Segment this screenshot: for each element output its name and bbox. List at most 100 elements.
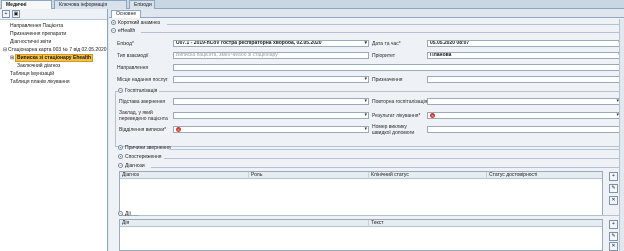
priority-label: Пріоритет	[372, 53, 395, 59]
diagnoses-table: Діагноз Роль Клінічний статус Статус дос…	[119, 171, 603, 216]
section-actions[interactable]: − Дії	[118, 211, 131, 218]
column-header[interactable]: Клінічний статус	[368, 172, 409, 179]
divider	[151, 167, 623, 168]
treatment-result-label: Результат лікування*	[372, 113, 421, 119]
collapse-icon: −	[118, 88, 123, 94]
column-header-label: Роль	[251, 172, 263, 178]
tree-item-referral[interactable]: Направлення Пацієнта	[10, 23, 63, 30]
tree-item-inpatient-card[interactable]: ⊟Стаціонарна карта 003 № 7 від 02.05.202…	[3, 47, 107, 54]
tree-item-treatment-plans[interactable]: Таблиця планів лікування	[10, 79, 70, 86]
actions-table-header: Дія Текст	[120, 220, 602, 227]
service-place-select[interactable]	[173, 76, 369, 83]
referral-label: Направлення	[117, 65, 149, 71]
expand-icon: +	[118, 154, 123, 160]
plus-icon: +	[4, 11, 8, 17]
admission-reason-select[interactable]	[173, 98, 369, 105]
divider	[164, 158, 623, 159]
edit-icon: ✎	[611, 233, 616, 239]
tab-episodes[interactable]: Епізоди	[129, 0, 155, 9]
transfer-facility-label: Заклад, у який переведено пацієнта	[119, 110, 168, 122]
ambulance-number-field[interactable]	[427, 126, 621, 133]
section-title: Спостереження	[125, 154, 162, 160]
tree-item-label: Виписка зі стаціонару Ehealth	[15, 54, 94, 62]
collapse-icon: −	[118, 163, 123, 169]
priority-value: Планова	[430, 52, 452, 58]
tab-patient-key-info[interactable]: Ключова інформація пацієнта	[54, 0, 127, 15]
tab-medical-documents[interactable]: Медичні документи	[1, 0, 52, 15]
tree-item-immunizations[interactable]: Таблиця Імунізацій	[10, 71, 54, 78]
ambulance-number-label: Номер виклику швидкої допомоги	[372, 124, 415, 136]
vertical-scrollbar[interactable]	[619, 19, 624, 251]
plus-icon: +	[612, 173, 615, 179]
column-header-label: Діагноз	[122, 172, 139, 178]
tree-item-label: Призначення препарати	[10, 31, 67, 37]
tree-item-final-diagnosis[interactable]: Заключний діагноз	[17, 63, 60, 70]
column-header[interactable]: Статус достовірності	[486, 172, 537, 179]
divider	[169, 149, 623, 150]
section-reasons[interactable]: + Причини звернення	[118, 145, 171, 152]
save-document-button[interactable]: ▣	[12, 10, 20, 18]
column-header[interactable]: Роль	[248, 172, 262, 179]
section-title: Короткий анамнез	[118, 20, 161, 26]
priority-select[interactable]: Планова	[427, 52, 623, 59]
tree-item-label: Таблиця планів лікування	[10, 79, 70, 85]
date-label: Дата та час*	[372, 41, 401, 47]
interaction-type-field[interactable]: Виписка пацієнта, зміні чи/або зі стаціо…	[173, 52, 369, 59]
add-action-button[interactable]: +	[609, 220, 618, 229]
add-document-button[interactable]: +	[2, 10, 10, 18]
divider	[167, 24, 619, 25]
treatment-result-select[interactable]: ×	[427, 112, 621, 119]
section-title: eHealth	[118, 28, 136, 34]
column-header[interactable]: Діагноз	[120, 172, 139, 179]
section-hospitalization[interactable]: − Госпіталізація	[118, 88, 160, 95]
edit-icon: ✎	[611, 185, 616, 191]
date-time-field[interactable]: 05.05.2020 08:07	[427, 40, 623, 47]
discharge-department-label: Відділення виписки*	[119, 127, 167, 133]
delete-action-button[interactable]: ✕	[609, 242, 618, 251]
add-diagnosis-button[interactable]: +	[609, 172, 618, 181]
purpose-label: Призначення	[372, 77, 403, 83]
column-header[interactable]: Текст	[368, 220, 384, 227]
purpose-field[interactable]	[427, 76, 623, 83]
tree-item-label: Діагностичні звіти	[10, 39, 52, 45]
tab-label: Епізоди	[134, 2, 152, 8]
section-observations[interactable]: + Спостереження	[118, 154, 161, 161]
delete-diagnosis-button[interactable]: ✕	[609, 196, 618, 205]
diagnoses-table-header: Діагноз Роль Клінічний статус Статус дос…	[120, 172, 602, 179]
column-header-label: Статус достовірності	[489, 172, 538, 178]
tree-item-diagnostic-reports[interactable]: Діагностичні звіти	[10, 39, 51, 46]
section-title: Причини звернення	[125, 145, 171, 151]
section-ehealth[interactable]: − eHealth	[111, 28, 135, 35]
divider	[139, 215, 623, 216]
column-header-label: Текст	[371, 220, 384, 226]
delete-icon: ✕	[611, 243, 616, 249]
plus-icon: +	[612, 221, 615, 227]
edit-action-button[interactable]: ✎	[609, 232, 618, 241]
interaction-type-placeholder: Виписка пацієнта, зміні чи/або зі стаціо…	[176, 52, 278, 58]
repeat-hospitalization-select[interactable]	[427, 98, 621, 105]
discharge-department-select[interactable]: ×	[173, 126, 369, 133]
collapse-icon: −	[118, 211, 123, 217]
column-header[interactable]: Дія	[120, 220, 129, 227]
edit-diagnosis-button[interactable]: ✎	[609, 184, 618, 193]
section-diagnoses[interactable]: − Діагнози	[118, 163, 145, 170]
section-title: Дії	[125, 211, 131, 217]
section-short-anamnesis[interactable]: + Короткий анамнез	[111, 20, 160, 27]
tab-main[interactable]: Основне	[111, 10, 142, 18]
collapse-icon: −	[111, 28, 116, 34]
episode-label: Епізод*	[117, 41, 134, 47]
delete-icon: ✕	[611, 197, 616, 203]
transfer-facility-select[interactable]	[173, 112, 369, 119]
expand-icon: +	[111, 20, 116, 26]
tree-item-prescriptions[interactable]: Призначення препарати	[10, 31, 66, 38]
error-icon: ×	[430, 113, 435, 118]
tree-item-discharge-ehealth[interactable]: ⊞ Виписка зі стаціонару Ehealth	[10, 54, 94, 62]
tree-item-label: Стаціонарна карта 003 № 7 від 02.05.2020	[8, 47, 107, 53]
referral-field[interactable]	[173, 64, 623, 71]
episode-select[interactable]: U07.1 - 2019-nCoV гостра респіраторна хв…	[173, 40, 369, 47]
tree-item-label: Заключний діагноз	[17, 63, 61, 69]
section-title: Діагнози	[125, 163, 145, 169]
top-tab-bar: Медичні документи Ключова інформація пац…	[0, 0, 624, 15]
expand-icon: +	[118, 145, 123, 151]
section-title: Госпіталізація	[125, 88, 158, 94]
